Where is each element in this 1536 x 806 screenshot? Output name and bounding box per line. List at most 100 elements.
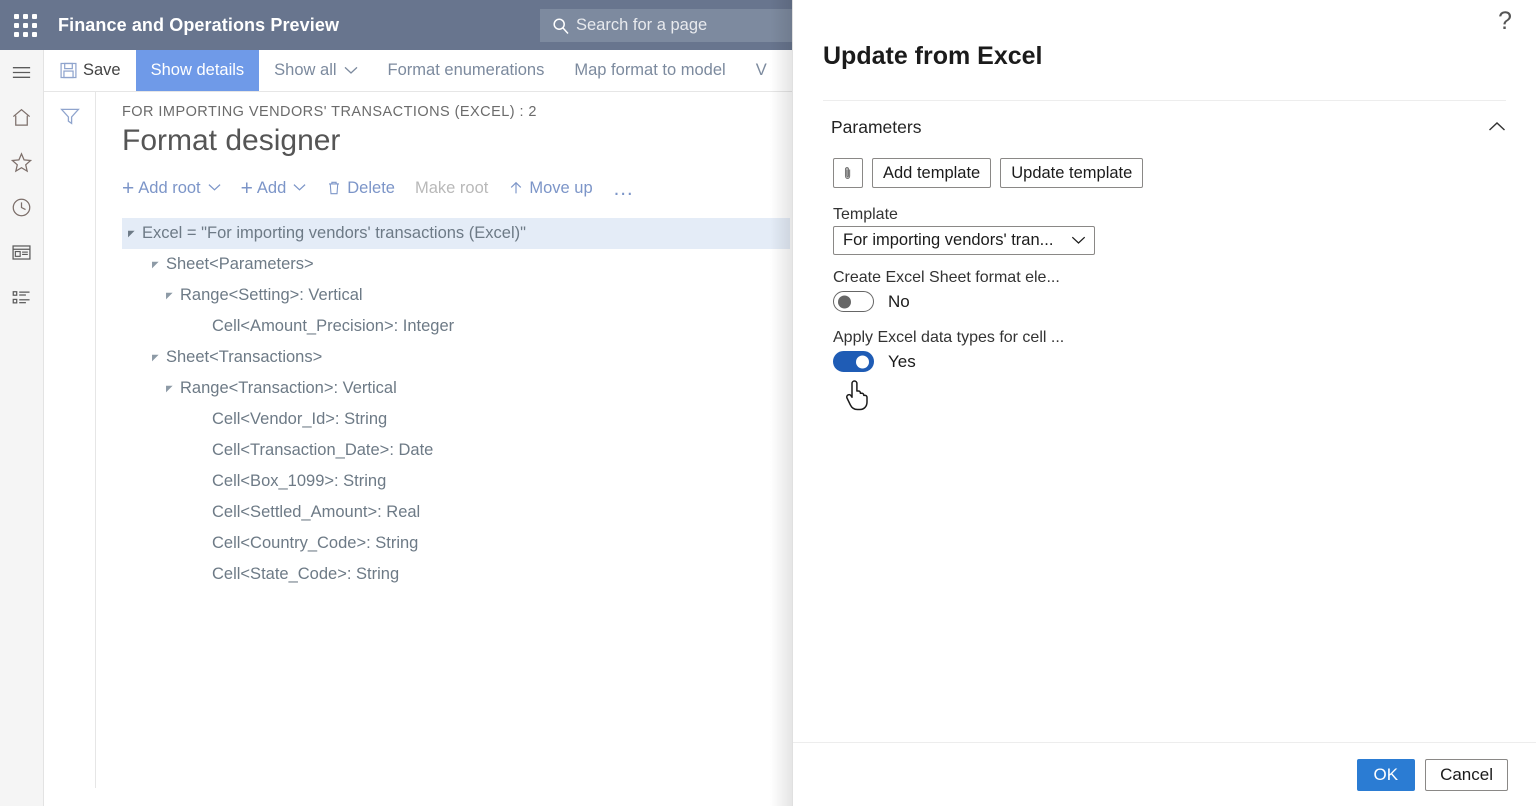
chevron-down-icon bbox=[1071, 232, 1086, 250]
star-icon[interactable] bbox=[0, 140, 44, 185]
tree-row[interactable]: Cell<Amount_Precision>: Integer bbox=[122, 311, 790, 342]
template-select-value: For importing vendors' tran... bbox=[843, 231, 1071, 250]
chevron-down-icon bbox=[344, 65, 358, 77]
show-all-dropdown[interactable]: Show all bbox=[259, 50, 372, 91]
apply-types-toggle[interactable] bbox=[833, 351, 874, 372]
expander-expanded-icon[interactable] bbox=[160, 383, 178, 394]
search-input[interactable]: Search for a page bbox=[540, 9, 792, 42]
save-button[interactable]: Save bbox=[44, 50, 136, 91]
expander-expanded-icon[interactable] bbox=[160, 290, 178, 301]
tree-row-label: Cell<Vendor_Id>: String bbox=[210, 410, 387, 429]
dialog-footer: OK Cancel bbox=[793, 742, 1536, 806]
map-format-to-model-label: Map format to model bbox=[574, 61, 725, 80]
filter-icon[interactable] bbox=[58, 104, 82, 128]
ellipsis-icon: … bbox=[613, 178, 636, 199]
parameters-form: Add template Update template Template Fo… bbox=[793, 138, 1536, 742]
dialog-shadow bbox=[770, 0, 792, 806]
expander-expanded-icon[interactable] bbox=[146, 259, 164, 270]
add-button[interactable]: + Add bbox=[241, 178, 307, 199]
tree-row[interactable]: Sheet<Transactions> bbox=[122, 342, 790, 373]
template-button-row: Add template Update template bbox=[833, 158, 1536, 188]
waffle-grid-icon[interactable] bbox=[0, 0, 50, 50]
map-format-to-model-button[interactable]: Map format to model bbox=[559, 50, 740, 91]
add-label: Add bbox=[257, 179, 286, 198]
toolbar-clipped-label: V bbox=[756, 61, 767, 80]
parameters-section-title: Parameters bbox=[831, 117, 921, 138]
chevron-up-icon[interactable] bbox=[1488, 119, 1506, 137]
hamburger-icon[interactable] bbox=[0, 50, 44, 95]
tree-row-label: Cell<Transaction_Date>: Date bbox=[210, 441, 433, 460]
update-template-button[interactable]: Update template bbox=[1000, 158, 1143, 188]
tree-row[interactable]: Range<Transaction>: Vertical bbox=[122, 373, 790, 404]
plus-icon: + bbox=[241, 178, 253, 199]
ok-button[interactable]: OK bbox=[1357, 759, 1416, 791]
search-icon bbox=[552, 17, 570, 35]
tree-row-label: Range<Transaction>: Vertical bbox=[178, 379, 397, 398]
cancel-button[interactable]: Cancel bbox=[1425, 759, 1508, 791]
filter-column bbox=[44, 92, 96, 788]
template-field: Template For importing vendors' tran... bbox=[833, 206, 1536, 255]
tree-row[interactable]: Cell<Settled_Amount>: Real bbox=[122, 497, 790, 528]
chevron-down-icon bbox=[293, 182, 306, 194]
tab-show-details[interactable]: Show details bbox=[136, 50, 260, 91]
parameters-section-header[interactable]: Parameters bbox=[831, 117, 1506, 138]
tree-row[interactable]: Cell<Box_1099>: String bbox=[122, 466, 790, 497]
create-sheet-toggle[interactable] bbox=[833, 291, 874, 312]
tree-row[interactable]: Range<Setting>: Vertical bbox=[122, 280, 790, 311]
tree-row-label: Sheet<Parameters> bbox=[164, 255, 314, 274]
expander-expanded-icon[interactable] bbox=[146, 352, 164, 363]
home-icon[interactable] bbox=[0, 95, 44, 140]
make-root-label: Make root bbox=[415, 179, 488, 198]
app-title: Finance and Operations Preview bbox=[58, 15, 339, 36]
dialog-divider bbox=[823, 100, 1506, 101]
chevron-down-icon bbox=[208, 182, 221, 194]
add-template-button[interactable]: Add template bbox=[872, 158, 991, 188]
app-root: Finance and Operations Preview Search fo… bbox=[0, 0, 1536, 806]
format-enumerations-label: Format enumerations bbox=[388, 61, 545, 80]
tree-row[interactable]: Cell<Transaction_Date>: Date bbox=[122, 435, 790, 466]
add-root-button[interactable]: + Add root bbox=[122, 178, 221, 199]
add-root-label: Add root bbox=[138, 179, 200, 198]
search-placeholder: Search for a page bbox=[576, 16, 707, 35]
create-sheet-toggle-state: No bbox=[888, 292, 910, 312]
dialog-title: Update from Excel bbox=[793, 0, 1536, 71]
apply-types-toggle-row: Yes bbox=[833, 351, 1536, 372]
question-mark-icon[interactable]: ? bbox=[1488, 4, 1522, 38]
save-label: Save bbox=[83, 61, 121, 80]
left-icon-rail bbox=[0, 50, 44, 806]
tree-row-label: Cell<Amount_Precision>: Integer bbox=[210, 317, 454, 336]
tree-row[interactable]: Cell<Vendor_Id>: String bbox=[122, 404, 790, 435]
template-field-label: Template bbox=[833, 206, 1536, 224]
tree-row[interactable]: Sheet<Parameters> bbox=[122, 249, 790, 280]
delete-label: Delete bbox=[347, 179, 395, 198]
apply-types-field-label: Apply Excel data types for cell ... bbox=[833, 329, 1536, 347]
create-sheet-field: Create Excel Sheet format ele... No bbox=[833, 269, 1536, 312]
list-icon[interactable] bbox=[0, 275, 44, 320]
trash-icon bbox=[326, 180, 342, 196]
expander-expanded-icon[interactable] bbox=[122, 228, 140, 239]
tree-row[interactable]: Cell<State_Code>: String bbox=[122, 559, 790, 590]
format-enumerations-button[interactable]: Format enumerations bbox=[373, 50, 560, 91]
workspace-icon[interactable] bbox=[0, 230, 44, 275]
tree-row[interactable]: Cell<Country_Code>: String bbox=[122, 528, 790, 559]
more-actions-button[interactable]: … bbox=[613, 178, 636, 199]
delete-button[interactable]: Delete bbox=[326, 179, 395, 198]
create-sheet-toggle-row: No bbox=[833, 291, 1536, 312]
plus-icon: + bbox=[122, 178, 134, 199]
apply-types-field: Apply Excel data types for cell ... Yes bbox=[833, 329, 1536, 372]
create-sheet-field-label: Create Excel Sheet format ele... bbox=[833, 269, 1536, 287]
tree-row-label: Cell<Settled_Amount>: Real bbox=[210, 503, 420, 522]
arrow-up-icon bbox=[508, 180, 524, 196]
format-tree: Excel = "For importing vendors' transact… bbox=[122, 218, 790, 590]
template-select[interactable]: For importing vendors' tran... bbox=[833, 226, 1095, 255]
tree-row-label: Excel = "For importing vendors' transact… bbox=[140, 224, 526, 243]
clock-icon[interactable] bbox=[0, 185, 44, 230]
tree-row-label: Cell<Country_Code>: String bbox=[210, 534, 418, 553]
tree-row-label: Cell<State_Code>: String bbox=[210, 565, 399, 584]
update-from-excel-dialog: ? Update from Excel Parameters Add templ… bbox=[792, 0, 1536, 806]
paperclip-icon[interactable] bbox=[833, 158, 863, 188]
move-up-button[interactable]: Move up bbox=[508, 179, 592, 198]
save-icon bbox=[59, 61, 78, 80]
make-root-button: Make root bbox=[415, 179, 488, 198]
tree-row[interactable]: Excel = "For importing vendors' transact… bbox=[122, 218, 790, 249]
